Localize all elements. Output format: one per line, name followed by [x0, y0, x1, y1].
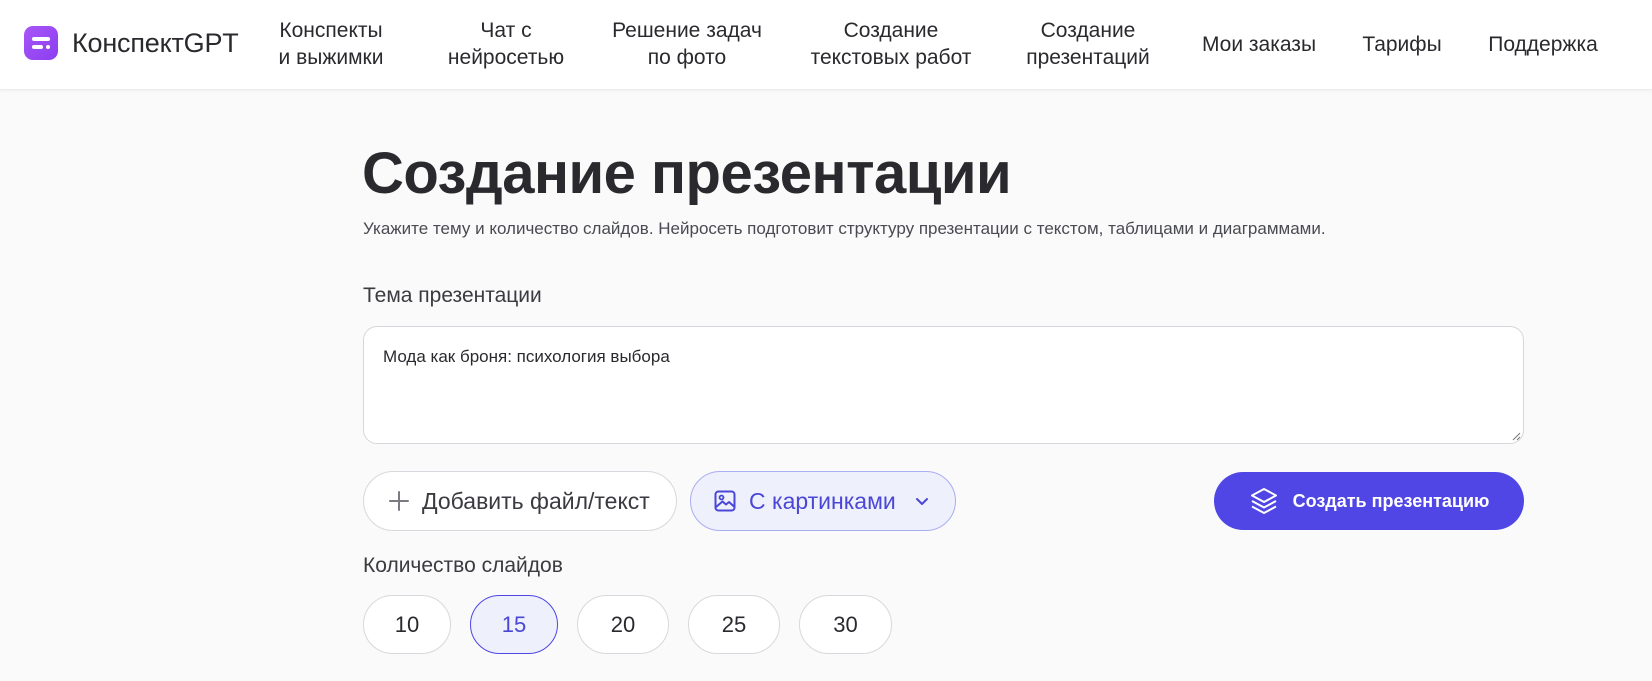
slide-count-option-10[interactable]: 10	[363, 595, 451, 654]
page-subtitle: Укажите тему и количество слайдов. Нейро…	[363, 219, 1326, 238]
nav-item-ai-chat[interactable]: Чат с нейросетью	[428, 14, 584, 74]
logo-text: КонспектGPT	[72, 27, 239, 58]
slide-count-option-15[interactable]: 15	[470, 595, 558, 654]
nav-item-photo-solver[interactable]: Решение задач по фото	[598, 14, 776, 74]
slide-count-option-25[interactable]: 25	[688, 595, 780, 654]
nav-item-pricing[interactable]: Тарифы	[1355, 14, 1449, 74]
nav-item-support[interactable]: Поддержка	[1477, 14, 1609, 74]
slide-count-option-20[interactable]: 20	[577, 595, 669, 654]
page-title: Создание презентации	[362, 141, 1012, 206]
topic-input[interactable]: Мода как броня: психология выбора	[363, 326, 1524, 444]
document-lines-icon	[24, 26, 58, 60]
create-presentation-label: Создать презентацию	[1292, 490, 1490, 511]
images-dropdown[interactable]: С картинками	[690, 471, 956, 531]
chevron-down-icon	[915, 498, 928, 505]
nav-item-text-works[interactable]: Создание текстовых работ	[796, 14, 986, 74]
add-file-button[interactable]: Добавить файл/текст	[363, 471, 677, 531]
logo[interactable]: КонспектGPT	[24, 26, 239, 60]
slides-count-label: Количество слайдов	[363, 554, 563, 577]
images-label: С картинками	[749, 487, 896, 514]
nav-item-summaries[interactable]: Конспекты и выжимки	[266, 14, 396, 74]
nav-item-presentations[interactable]: Создание презентаций	[1014, 14, 1162, 74]
resize-grip-icon[interactable]	[1512, 432, 1521, 441]
slide-count-option-30[interactable]: 30	[799, 595, 892, 654]
top-navigation-bar: КонспектGPT Конспекты и выжимки Чат с не…	[0, 0, 1652, 90]
create-presentation-button[interactable]: Создать презентацию	[1214, 472, 1524, 530]
image-icon	[714, 490, 736, 512]
layers-icon	[1250, 488, 1277, 514]
add-file-label: Добавить файл/текст	[422, 487, 650, 514]
nav-item-my-orders[interactable]: Мои заказы	[1190, 14, 1328, 74]
plus-icon	[389, 491, 409, 511]
topic-label: Тема презентации	[363, 284, 542, 307]
